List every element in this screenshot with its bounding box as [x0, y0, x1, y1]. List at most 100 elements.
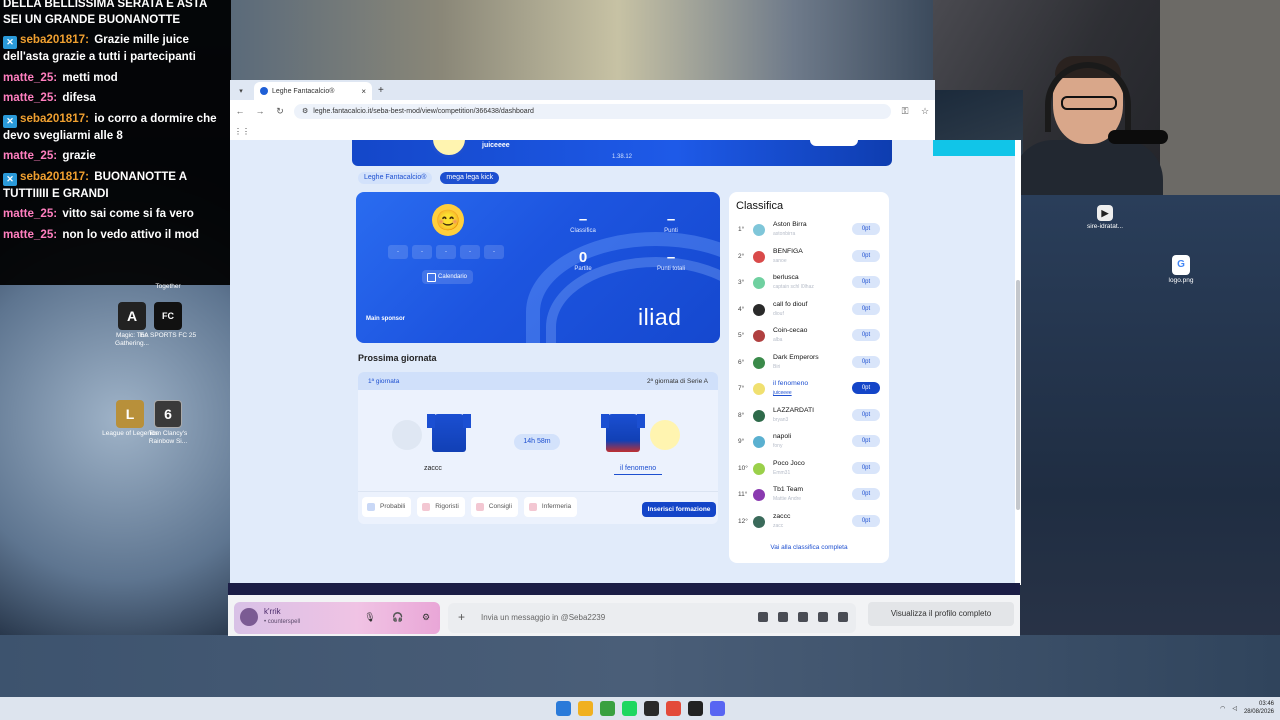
- desktop-icon-label: Together: [155, 283, 181, 290]
- clock[interactable]: 03:46 28/08/2026: [1244, 700, 1274, 716]
- standings-row[interactable]: 6° Dark Emperors Biri 0pt: [729, 351, 889, 377]
- discord-message-input[interactable]: + Invia un messaggio in @Seba2239: [448, 603, 856, 633]
- tab-list-icon[interactable]: ▾: [234, 82, 248, 100]
- rigoristi-button[interactable]: Rigoristi: [417, 497, 465, 517]
- stat-partite: 0 Partite: [548, 250, 618, 273]
- view-full-profile-button[interactable]: Visualizza il profilo completo: [868, 602, 1014, 626]
- new-tab-icon[interactable]: +: [378, 82, 384, 100]
- forward-icon[interactable]: →: [254, 106, 266, 116]
- infermeria-button[interactable]: Infermeria: [523, 497, 578, 517]
- hero-pill-button[interactable]: [810, 140, 858, 146]
- standings-manager: Mattie Andre: [773, 496, 802, 502]
- gif-icon[interactable]: [778, 612, 788, 622]
- chat-username[interactable]: matte_25:: [3, 149, 57, 162]
- form-slots: - - - - -: [388, 245, 504, 259]
- standings-manager: Emm31: [773, 469, 791, 476]
- standings-row[interactable]: 11° Tb1 Team Mattie Andre 0pt: [729, 483, 889, 509]
- chip-leghe[interactable]: Leghe Fantacalcio®: [358, 172, 433, 184]
- standings-row[interactable]: 10° Poco Joco Emm31 0pt: [729, 457, 889, 483]
- taskbar-app-icon[interactable]: [578, 701, 593, 716]
- chat-username[interactable]: seba201817:: [20, 112, 89, 125]
- site-info-icon[interactable]: ⚙: [302, 107, 308, 115]
- team-logo-icon: [753, 330, 765, 342]
- standings-row[interactable]: 7° il fenomeno juiceeee 0pt: [729, 377, 889, 403]
- chat-username[interactable]: matte_25:: [3, 228, 57, 241]
- league-chips: Leghe Fantacalcio® mega lega kick: [358, 172, 500, 184]
- form-slot: -: [436, 245, 456, 259]
- view-full-standings-link[interactable]: Vai alla classifica completa: [729, 544, 889, 551]
- microphone: [1108, 130, 1168, 144]
- taskbar-app-icon[interactable]: [710, 701, 725, 716]
- standings-points: 0pt: [852, 461, 880, 474]
- chat-message: DELLA BELLISSIMA SERATA E ASTA SEI UN GR…: [3, 0, 228, 27]
- apps-icon[interactable]: [838, 612, 848, 622]
- tab-leghe[interactable]: Leghe Fantacalcio® ×: [254, 82, 372, 100]
- standings-row[interactable]: 1° Aston Birra astonbirra 0pt: [729, 218, 889, 244]
- sticker-icon[interactable]: [798, 612, 808, 622]
- desktop-icon-video[interactable]: ▶ sire-idratat...: [1073, 205, 1137, 231]
- chat-username[interactable]: seba201817:: [20, 170, 89, 183]
- taskbar-app-icon[interactable]: [688, 701, 703, 716]
- apps-grid-icon[interactable]: ⋮⋮: [234, 127, 250, 136]
- standings-row[interactable]: 12° zaccc zacc 0pt: [729, 510, 889, 536]
- standings-row[interactable]: 5° Coin-cecao alba 0pt: [729, 324, 889, 350]
- standings-row[interactable]: 4° call fo diouf diouf 0pt: [729, 298, 889, 324]
- desktop-icon-logo[interactable]: G logo.png: [1149, 255, 1213, 285]
- taskbar-app-icon[interactable]: [644, 701, 659, 716]
- away-team-name[interactable]: il fenomeno: [613, 465, 663, 475]
- standings-row[interactable]: 3° berlusca captain schl l0lhaz 0pt: [729, 271, 889, 297]
- reload-icon[interactable]: ↻: [274, 106, 286, 117]
- next-round-title: Prossima giornata: [358, 353, 437, 363]
- home-jersey-icon: [426, 414, 471, 452]
- stream-chat: DELLA BELLISSIMA SERATA E ASTA SEI UN GR…: [0, 0, 231, 285]
- chat-username[interactable]: matte_25:: [3, 207, 57, 220]
- discord-user-panel[interactable]: k'rrik • counterspell 🎙 🎧 ⚙: [234, 602, 440, 634]
- standings-row[interactable]: 8° LAZZARDATI bryan3 0pt: [729, 404, 889, 430]
- standings-position: 9°: [738, 438, 745, 445]
- home-team-name[interactable]: zaccc: [424, 465, 442, 472]
- team-shield-icon: [430, 140, 468, 158]
- desktop-icon-rainbow[interactable]: 6 Tom Clancy's Rainbow Si...: [136, 400, 200, 446]
- taskbar-app-icon[interactable]: [600, 701, 615, 716]
- standings-position: 2°: [738, 252, 745, 260]
- add-attachment-icon[interactable]: +: [458, 610, 465, 624]
- password-key-icon[interactable]: ⚿: [899, 106, 911, 117]
- standings-points: 0pt: [852, 276, 880, 288]
- page-scrollbar[interactable]: [1015, 140, 1021, 585]
- standings-row[interactable]: 2° BENFIGA sanoe 0pt: [729, 245, 889, 271]
- taskbar-app-icon[interactable]: [666, 701, 681, 716]
- settings-gear-icon[interactable]: ⚙: [420, 611, 432, 623]
- taskbar-app-icon[interactable]: [622, 701, 637, 716]
- bookmark-star-icon[interactable]: ☆: [919, 106, 931, 117]
- chat-username[interactable]: matte_25:: [3, 71, 57, 84]
- emoji-icon[interactable]: [818, 612, 828, 622]
- standings-manager: astonbirra: [773, 231, 796, 237]
- avatar[interactable]: [240, 608, 258, 626]
- away-team[interactable]: [601, 414, 680, 452]
- chat-text: grazie: [62, 149, 96, 162]
- chat-username[interactable]: seba201817:: [20, 33, 89, 46]
- chat-username[interactable]: matte_25:: [3, 91, 57, 104]
- network-icon[interactable]: ◠: [1220, 705, 1225, 712]
- volume-icon[interactable]: ◁: [1232, 705, 1237, 712]
- microphone-icon[interactable]: 🎙: [364, 611, 376, 623]
- probabili-button[interactable]: Probabili: [362, 497, 412, 517]
- desktop-icon-eafc[interactable]: FC EA SPORTS FC 25: [136, 302, 200, 340]
- home-team[interactable]: [392, 414, 471, 452]
- team-logo-icon: [753, 224, 765, 236]
- calendar-button[interactable]: Calendario: [422, 270, 474, 284]
- back-icon[interactable]: ←: [234, 106, 246, 116]
- taskbar-app-icon[interactable]: [556, 701, 571, 716]
- consigli-button[interactable]: Consigli: [470, 497, 518, 517]
- scrollbar-thumb[interactable]: [1016, 280, 1020, 510]
- headphones-icon[interactable]: 🎧: [392, 611, 404, 623]
- gift-icon[interactable]: [758, 612, 768, 622]
- chip-league[interactable]: mega lega kick: [440, 172, 500, 184]
- close-tab-icon[interactable]: ×: [361, 87, 366, 96]
- desktop-icon-together[interactable]: Together: [136, 283, 200, 291]
- insert-lineup-button[interactable]: Inserisci formazione: [642, 502, 716, 517]
- standings-row[interactable]: 9° napoli fony 0pt: [729, 430, 889, 456]
- standings-position: 6°: [738, 358, 745, 366]
- url-field[interactable]: ⚙ leghe.fantacalcio.it/seba-best-mod/vie…: [294, 103, 891, 119]
- stat-label: Punti: [664, 228, 678, 234]
